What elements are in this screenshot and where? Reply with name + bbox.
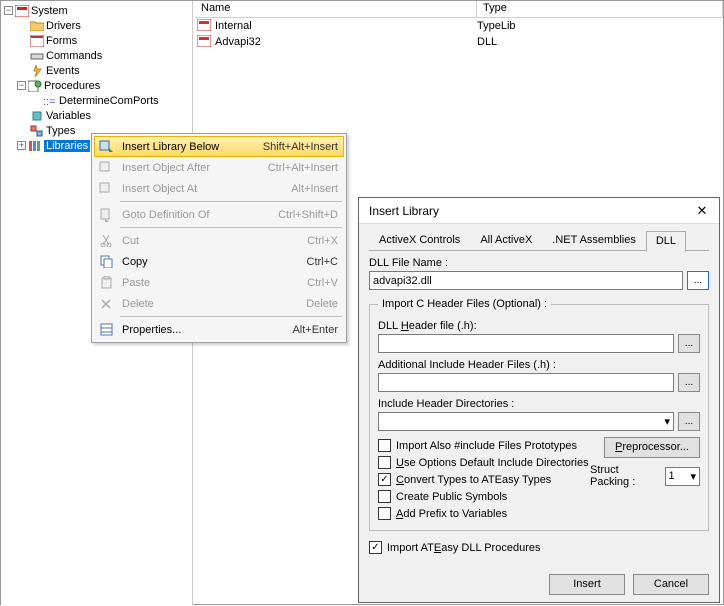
chk-public-symbols[interactable]: Create Public Symbols bbox=[378, 488, 590, 505]
tree-item-drivers[interactable]: Drivers bbox=[1, 18, 192, 33]
menu-paste: Paste Ctrl+V bbox=[94, 272, 344, 293]
menu-separator bbox=[120, 201, 342, 202]
menu-insert-object-at: Insert Object At Alt+Insert bbox=[94, 178, 344, 199]
additional-headers-input[interactable] bbox=[378, 373, 674, 392]
insert-after-icon bbox=[96, 161, 116, 175]
properties-icon bbox=[96, 323, 116, 336]
collapse-icon[interactable]: − bbox=[4, 6, 13, 15]
additional-headers-label: Additional Include Header Files (.h) : bbox=[378, 359, 700, 371]
svg-text:::=: ::= bbox=[43, 96, 56, 107]
struct-packing-label: Struct Packing : bbox=[590, 464, 661, 488]
tab-dll[interactable]: DLL bbox=[646, 231, 686, 252]
collapse-icon[interactable]: − bbox=[17, 81, 26, 90]
chk-convert-types[interactable]: Convert Types to ATEasy Types bbox=[378, 471, 590, 488]
dialog-titlebar: Insert Library ✕ bbox=[359, 198, 719, 224]
tree-item-variables[interactable]: Variables bbox=[1, 108, 192, 123]
types-icon bbox=[29, 124, 44, 137]
col-name[interactable]: Name bbox=[195, 1, 477, 17]
forms-icon bbox=[29, 34, 44, 47]
list-row[interactable]: Internal TypeLib bbox=[195, 18, 723, 34]
tab-net-assemblies[interactable]: .NET Assemblies bbox=[542, 230, 646, 251]
include-dirs-label: Include Header Directories : bbox=[378, 398, 700, 410]
chk-add-prefix[interactable]: Add Prefix to Variables bbox=[378, 505, 590, 522]
list-row[interactable]: Advapi32 DLL bbox=[195, 34, 723, 50]
chk-use-default-dirs[interactable]: Use Options Default Include Directories bbox=[378, 454, 590, 471]
tab-activex-controls[interactable]: ActiveX Controls bbox=[369, 230, 470, 251]
tree-item-commands[interactable]: Commands bbox=[1, 48, 192, 63]
tree-label: System bbox=[31, 5, 68, 17]
tree-root[interactable]: − System bbox=[1, 3, 192, 18]
list-header: Name Type bbox=[195, 1, 723, 18]
variables-icon bbox=[29, 109, 44, 122]
dll-icon bbox=[197, 35, 211, 49]
commands-icon bbox=[29, 49, 44, 62]
menu-insert-object-after: Insert Object After Ctrl+Alt+Insert bbox=[94, 157, 344, 178]
import-headers-group: Import C Header Files (Optional) : DLL H… bbox=[369, 298, 709, 531]
procedures-icon bbox=[27, 79, 42, 92]
proc-icon: ::= bbox=[42, 94, 57, 107]
dialog-title: Insert Library bbox=[369, 204, 691, 218]
close-button[interactable]: ✕ bbox=[691, 201, 713, 221]
group-legend: Import C Header Files (Optional) : bbox=[378, 298, 551, 310]
dialog-tabs: ActiveX Controls All ActiveX .NET Assemb… bbox=[369, 230, 709, 251]
header-file-label: DLL Header file (.h): bbox=[378, 320, 700, 332]
libraries-icon bbox=[27, 139, 42, 152]
menu-copy[interactable]: Copy Ctrl+C bbox=[94, 251, 344, 272]
menu-separator bbox=[120, 227, 342, 228]
dll-filename-label: DLL File Name : bbox=[369, 257, 709, 269]
insert-below-icon bbox=[96, 140, 116, 154]
preprocessor-button[interactable]: Preprocessor... bbox=[604, 437, 700, 458]
menu-cut: Cut Ctrl+X bbox=[94, 230, 344, 251]
browse-header-button[interactable]: ... bbox=[678, 334, 700, 353]
chk-import-also[interactable]: Import Also #include Files Prototypes bbox=[378, 437, 590, 454]
chevron-down-icon: ▾ bbox=[690, 470, 696, 483]
cancel-button[interactable]: Cancel bbox=[633, 574, 709, 595]
dll-filename-input[interactable] bbox=[369, 271, 683, 290]
dialog-footer: Insert Cancel bbox=[359, 566, 719, 603]
tree-item-forms[interactable]: Forms bbox=[1, 33, 192, 48]
browse-dll-button[interactable]: ... bbox=[687, 271, 709, 290]
paste-icon bbox=[96, 276, 116, 289]
chk-import-ateasy-dll[interactable]: Import ATEasy DLL Procedures bbox=[369, 539, 709, 556]
struct-packing-select[interactable]: 1▾ bbox=[665, 467, 700, 486]
insert-library-dialog: Insert Library ✕ ActiveX Controls All Ac… bbox=[358, 197, 720, 603]
folder-icon bbox=[29, 19, 44, 32]
copy-icon bbox=[96, 255, 116, 268]
include-dirs-combo[interactable]: ▾ bbox=[378, 412, 674, 431]
col-type[interactable]: Type bbox=[477, 1, 723, 17]
menu-delete: Delete Delete bbox=[94, 293, 344, 314]
tree-item-events[interactable]: Events bbox=[1, 63, 192, 78]
menu-insert-library-below[interactable]: Insert Library Below Shift+Alt+Insert bbox=[94, 136, 344, 157]
menu-separator bbox=[120, 316, 342, 317]
tree-item-detcomports[interactable]: ::=DetermineComPorts bbox=[1, 93, 192, 108]
insert-at-icon bbox=[96, 182, 116, 196]
expand-icon[interactable]: + bbox=[17, 141, 26, 150]
chevron-down-icon: ▾ bbox=[664, 415, 670, 428]
cut-icon bbox=[96, 234, 116, 247]
goto-icon bbox=[96, 208, 116, 222]
header-file-input[interactable] bbox=[378, 334, 674, 353]
browse-add-headers-button[interactable]: ... bbox=[678, 373, 700, 392]
system-icon bbox=[14, 4, 29, 17]
menu-goto-definition: Goto Definition Of Ctrl+Shift+D bbox=[94, 204, 344, 225]
events-icon bbox=[29, 64, 44, 77]
menu-properties[interactable]: Properties... Alt+Enter bbox=[94, 319, 344, 340]
tab-all-activex[interactable]: All ActiveX bbox=[470, 230, 542, 251]
delete-icon bbox=[96, 298, 116, 310]
insert-button[interactable]: Insert bbox=[549, 574, 625, 595]
browse-include-dirs-button[interactable]: ... bbox=[678, 412, 700, 431]
typelib-icon bbox=[197, 19, 211, 33]
tree-item-procedures[interactable]: −Procedures bbox=[1, 78, 192, 93]
context-menu: Insert Library Below Shift+Alt+Insert In… bbox=[91, 133, 347, 343]
